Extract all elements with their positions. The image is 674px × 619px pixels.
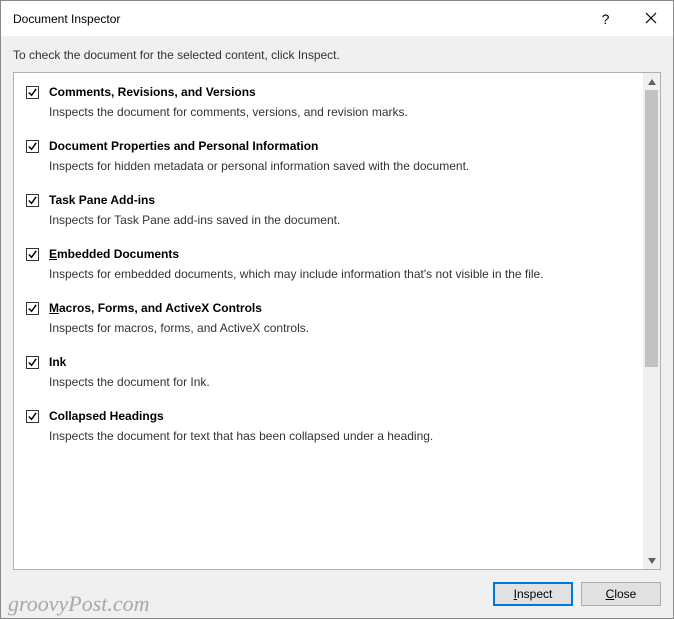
option-desc: Inspects for macros, forms, and ActiveX … xyxy=(49,321,633,335)
close-button[interactable]: Close xyxy=(581,582,661,606)
option-desc: Inspects for hidden metadata or personal… xyxy=(49,159,633,173)
option-title: Macros, Forms, and ActiveX Controls xyxy=(49,301,262,315)
option-desc: Inspects the document for text that has … xyxy=(49,429,633,443)
scrollbar[interactable] xyxy=(643,73,660,569)
checkbox-embedded[interactable] xyxy=(26,248,39,261)
option-desc: Inspects for Task Pane add-ins saved in … xyxy=(49,213,633,227)
inspect-button[interactable]: Inspect xyxy=(493,582,573,606)
close-icon xyxy=(645,11,657,27)
checkbox-macros[interactable] xyxy=(26,302,39,315)
option-title: Embedded Documents xyxy=(49,247,179,261)
document-inspector-dialog: Document Inspector ? To check the docume… xyxy=(0,0,674,619)
option-comments-revisions-versions: Comments, Revisions, and Versions Inspec… xyxy=(14,75,643,129)
checkbox-comments[interactable] xyxy=(26,86,39,99)
button-row: Inspect Close xyxy=(13,570,661,618)
checkbox-taskpane[interactable] xyxy=(26,194,39,207)
help-button[interactable]: ? xyxy=(583,1,628,36)
option-task-pane-addins: Task Pane Add-ins Inspects for Task Pane… xyxy=(14,183,643,237)
scroll-down-arrow[interactable] xyxy=(643,552,660,569)
titlebar: Document Inspector ? xyxy=(1,1,673,36)
checkbox-ink[interactable] xyxy=(26,356,39,369)
option-title: Comments, Revisions, and Versions xyxy=(49,85,256,99)
scroll-thumb[interactable] xyxy=(645,90,658,367)
scroll-up-arrow[interactable] xyxy=(643,73,660,90)
checkbox-properties[interactable] xyxy=(26,140,39,153)
intro-text: To check the document for the selected c… xyxy=(13,48,661,62)
option-title: Task Pane Add-ins xyxy=(49,193,155,207)
option-desc: Inspects for embedded documents, which m… xyxy=(49,267,633,281)
titlebar-close-button[interactable] xyxy=(628,1,673,36)
content-area: To check the document for the selected c… xyxy=(1,36,673,618)
option-embedded-documents: Embedded Documents Inspects for embedded… xyxy=(14,237,643,291)
option-desc: Inspects the document for comments, vers… xyxy=(49,105,633,119)
option-title: Document Properties and Personal Informa… xyxy=(49,139,318,153)
option-title: Ink xyxy=(49,355,66,369)
option-ink: Ink Inspects the document for Ink. xyxy=(14,345,643,399)
option-desc: Inspects the document for Ink. xyxy=(49,375,633,389)
option-macros-forms-activex: Macros, Forms, and ActiveX Controls Insp… xyxy=(14,291,643,345)
option-document-properties: Document Properties and Personal Informa… xyxy=(14,129,643,183)
checkbox-collapsed[interactable] xyxy=(26,410,39,423)
dialog-title: Document Inspector xyxy=(13,12,583,26)
help-icon: ? xyxy=(602,11,610,27)
options-list: Comments, Revisions, and Versions Inspec… xyxy=(14,73,643,569)
options-panel: Comments, Revisions, and Versions Inspec… xyxy=(13,72,661,570)
option-collapsed-headings: Collapsed Headings Inspects the document… xyxy=(14,399,643,453)
scroll-track[interactable] xyxy=(643,90,660,552)
option-title: Collapsed Headings xyxy=(49,409,164,423)
